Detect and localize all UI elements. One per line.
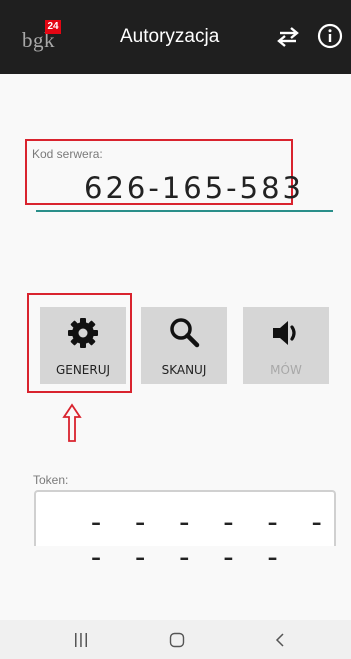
search-icon: [170, 318, 200, 348]
home-icon[interactable]: [167, 630, 187, 650]
scan-button-label: SKANUJ: [161, 363, 207, 377]
token-value: - - - - - - - - - - -: [87, 505, 330, 575]
server-code-underline: [36, 210, 333, 212]
up-arrow-annotation: [62, 403, 82, 442]
generate-button[interactable]: GENERUJ: [40, 307, 126, 384]
token-label: Token:: [33, 473, 69, 487]
app-bar: bgk 24 Autoryzacja: [0, 0, 351, 74]
page-title: Autoryzacja: [120, 26, 220, 47]
generate-button-label: GENERUJ: [55, 363, 111, 377]
logo-badge: 24: [45, 20, 61, 34]
recent-apps-icon[interactable]: [71, 630, 91, 650]
info-icon[interactable]: [317, 23, 343, 49]
server-code-label: Kod serwera:: [32, 147, 103, 161]
swap-arrows-icon[interactable]: [275, 25, 301, 49]
scan-button[interactable]: SKANUJ: [141, 307, 227, 384]
server-code-value: 626-165-583: [84, 171, 304, 205]
gear-icon: [68, 318, 98, 348]
system-nav-bar: [0, 620, 351, 659]
speak-button[interactable]: MÓW: [243, 307, 329, 384]
speak-button-label: MÓW: [270, 363, 302, 377]
speaker-icon: [273, 321, 296, 345]
back-icon[interactable]: [270, 630, 290, 650]
bgk24-logo: bgk 24: [22, 20, 62, 54]
